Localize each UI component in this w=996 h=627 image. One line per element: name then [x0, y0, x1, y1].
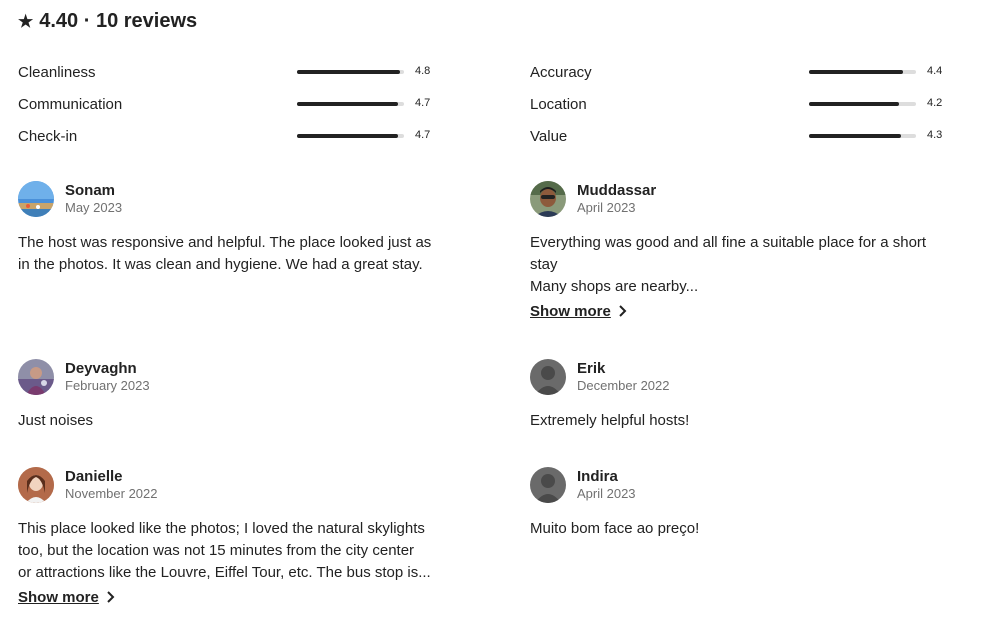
rating-bar-fill — [297, 102, 398, 106]
default-avatar-icon[interactable] — [530, 359, 566, 395]
rating-label: Communication — [18, 95, 123, 113]
rating-bar — [809, 70, 916, 74]
rating-bar — [297, 102, 404, 106]
reviewer-name: Deyvaghn — [65, 360, 137, 377]
rating-communication: Communication 4.7 — [18, 94, 458, 114]
review-card: Deyvaghn February 2023 Just noises — [18, 358, 438, 432]
rating-location: Location 4.2 — [530, 94, 970, 114]
reviewer-name: Erik — [577, 360, 606, 377]
review-card: Indira April 2023 Muito bom face ao preç… — [530, 466, 950, 540]
rating-score: 4.7 — [415, 97, 431, 109]
review-date: November 2022 — [65, 486, 158, 501]
reviewer-name: Danielle — [65, 468, 123, 485]
rating-accuracy: Accuracy 4.4 — [530, 62, 970, 82]
review-date: April 2023 — [577, 486, 636, 501]
rating-label: Check-in — [18, 127, 78, 145]
review-card: Muddassar April 2023 Everything was good… — [530, 180, 950, 321]
reviews-summary: ★ 4.40 · 10 reviews — [18, 10, 197, 33]
rating-score: 4.4 — [927, 65, 943, 77]
show-more-label: Show more — [530, 303, 611, 320]
chevron-right-icon — [105, 590, 115, 606]
show-more-link[interactable]: Show more — [18, 589, 115, 606]
review-date: May 2023 — [65, 200, 123, 215]
rating-bar-fill — [809, 102, 899, 106]
show-more-label: Show more — [18, 589, 99, 606]
rating-bar — [809, 134, 916, 138]
reviewer-name: Indira — [577, 468, 618, 485]
chevron-right-icon — [617, 304, 627, 320]
rating-bar — [809, 102, 916, 106]
review-date: February 2023 — [65, 378, 150, 393]
rating-label: Value — [530, 127, 568, 145]
rating-score: 4.8 — [415, 65, 431, 77]
avatar[interactable] — [18, 359, 54, 395]
review-text: This place looked like the photos; I lov… — [18, 520, 431, 581]
rating-score: 4.7 — [415, 129, 431, 141]
review-date: April 2023 — [577, 200, 636, 215]
reviewer-name: Muddassar — [577, 182, 657, 199]
review-card: Sonam May 2023 The host was responsive a… — [18, 180, 438, 276]
rating-summary-text: 4.40 · 10 reviews — [39, 10, 198, 32]
star-icon: ★ — [18, 12, 34, 31]
avatar[interactable] — [530, 181, 566, 217]
rating-label: Location — [530, 95, 587, 113]
rating-score: 4.2 — [927, 97, 943, 109]
rating-bar — [297, 70, 404, 74]
avatar[interactable] — [18, 181, 54, 217]
rating-bar — [297, 134, 404, 138]
review-text: Everything was good and all fine a suita… — [530, 234, 927, 295]
rating-bar-fill — [297, 134, 398, 138]
rating-bar-fill — [809, 134, 902, 138]
rating-bar-fill — [297, 70, 400, 74]
rating-value: Value 4.3 — [530, 126, 970, 146]
rating-label: Accuracy — [530, 63, 592, 81]
avatar[interactable] — [18, 467, 54, 503]
review-text: Just noises — [18, 412, 94, 429]
rating-check-in: Check-in 4.7 — [18, 126, 458, 146]
default-avatar-icon[interactable] — [530, 467, 566, 503]
show-more-link[interactable]: Show more — [530, 303, 627, 320]
review-text: Muito bom face ao preço! — [530, 520, 700, 537]
rating-bar-fill — [809, 70, 904, 74]
review-card: Danielle November 2022 This place looked… — [18, 466, 438, 607]
reviewer-name: Sonam — [65, 182, 116, 199]
rating-score: 4.3 — [927, 129, 943, 141]
rating-cleanliness: Cleanliness 4.8 — [18, 62, 458, 82]
review-text: Extremely helpful hosts! — [530, 412, 690, 429]
review-date: December 2022 — [577, 378, 670, 393]
review-card: Erik December 2022 Extremely helpful hos… — [530, 358, 950, 432]
rating-label: Cleanliness — [18, 63, 96, 81]
review-text: The host was responsive and helpful. The… — [18, 234, 432, 273]
